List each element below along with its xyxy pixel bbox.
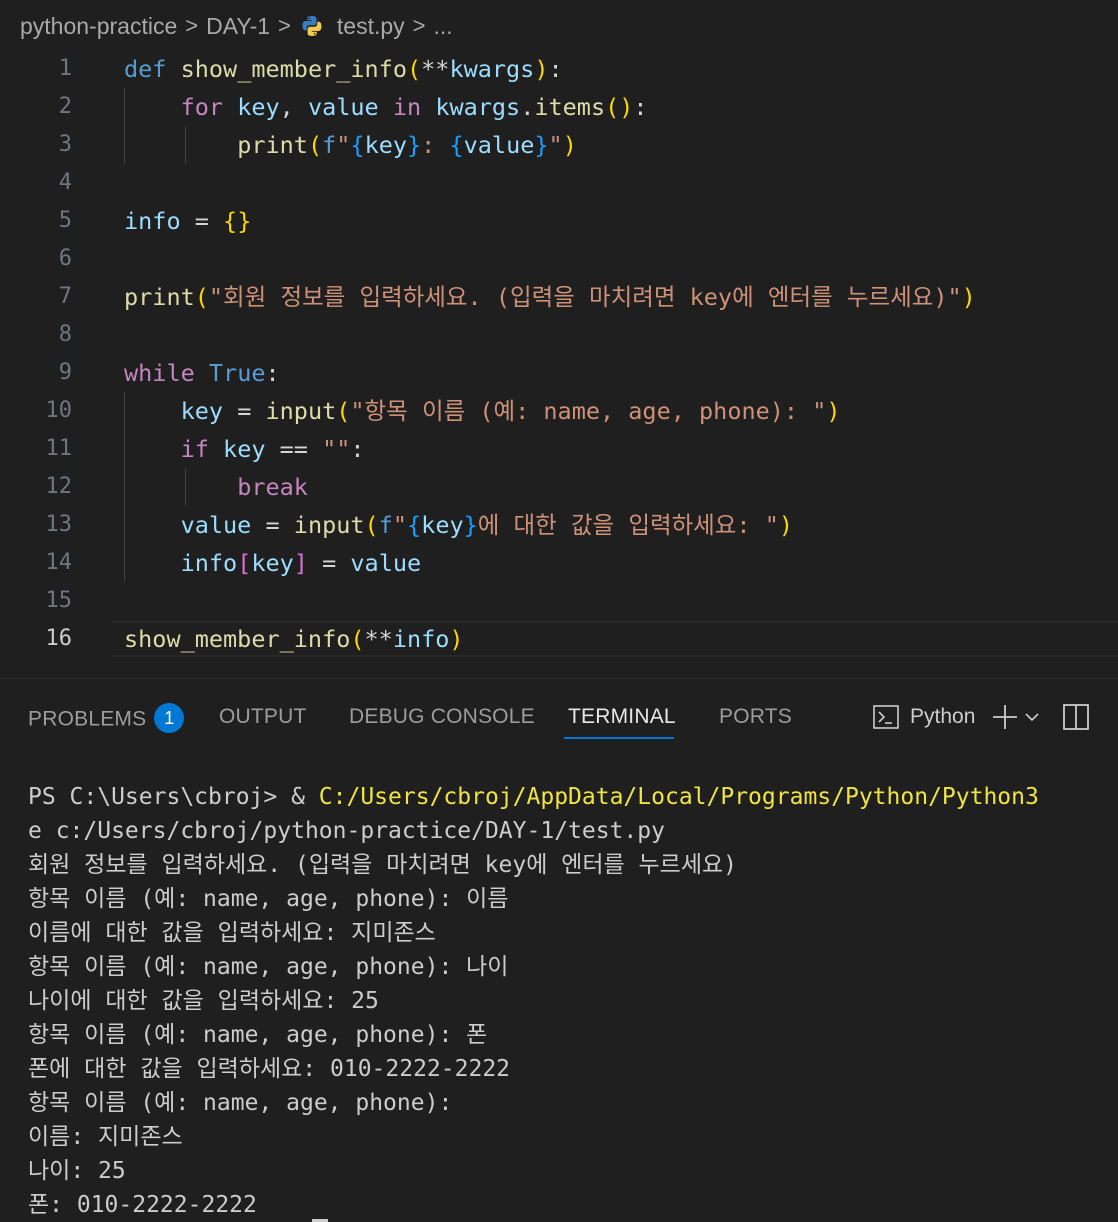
- terminal-icon: [872, 703, 900, 731]
- breadcrumb-item-file[interactable]: test.py: [337, 13, 405, 40]
- tab-problems[interactable]: PROBLEMS 1: [28, 703, 185, 735]
- code-text: print(f"{key}: {value}"): [237, 131, 577, 159]
- terminal-line: 나이에 대한 값을 입력하세요: 25: [28, 988, 379, 1014]
- line-number: 9: [58, 360, 72, 385]
- active-tab-indicator: [564, 737, 674, 739]
- code-text: show_member_info(**info): [124, 625, 464, 653]
- code-text: def show_member_info(**kwargs):: [124, 55, 563, 83]
- code-line: 6: [0, 240, 1118, 278]
- terminal-output[interactable]: PS C:\Users\cbroj> & C:/Users/cbroj/AppD…: [0, 780, 1118, 1222]
- code-line: 2 for key, value in kwargs.items():: [0, 88, 1118, 126]
- terminal-line: 항목 이름 (예: name, age, phone):: [28, 1090, 453, 1116]
- terminal-line: 항목 이름 (예: name, age, phone): 폰: [28, 1022, 488, 1048]
- line-number: 3: [58, 132, 72, 157]
- line-number: 14: [45, 550, 73, 575]
- line-number: 4: [58, 170, 72, 195]
- terminal-line: 이름: 지미존스: [28, 1124, 183, 1150]
- code-text: value = input(f"{key}에 대한 값을 입력하세요: "): [180, 511, 794, 539]
- code-line: 15: [0, 582, 1118, 620]
- tab-debug-console[interactable]: DEBUG CONSOLE: [349, 705, 535, 729]
- terminal-line: 이름에 대한 값을 입력하세요: 지미존스: [28, 920, 436, 946]
- code-text: info = {}: [124, 207, 252, 235]
- terminal-line: 나이: 25: [28, 1158, 126, 1184]
- line-number: 6: [58, 246, 72, 271]
- split-terminal-icon[interactable]: [1061, 702, 1091, 732]
- code-line: 3 print(f"{key}: {value}"): [0, 126, 1118, 164]
- code-line: 4: [0, 164, 1118, 202]
- line-number: 8: [58, 322, 72, 347]
- terminal-line: PS C:\Users\cbroj> & C:/Users/cbroj/AppD…: [28, 784, 1039, 810]
- panel-tabs: PROBLEMS 1 OUTPUT DEBUG CONSOLE TERMINAL …: [0, 679, 1118, 749]
- line-number: 7: [58, 284, 72, 309]
- line-number: 1: [58, 56, 72, 81]
- terminal-line: 폰에 대한 값을 입력하세요: 010-2222-2222: [28, 1056, 511, 1082]
- code-text: info[key] = value: [180, 549, 422, 577]
- plus-icon[interactable]: [991, 703, 1019, 731]
- code-line: 7 print("회원 정보를 입력하세요. (입력을 마치려면 key에 엔터…: [0, 278, 1118, 316]
- code-text: while True:: [124, 359, 280, 387]
- code-line: 14 info[key] = value: [0, 544, 1118, 582]
- code-line-active: 16 show_member_info(**info): [0, 620, 1118, 658]
- code-line: 5 info = {}: [0, 202, 1118, 240]
- terminal-line: 폰: 010-2222-2222: [28, 1192, 257, 1218]
- code-text: break: [237, 473, 308, 501]
- terminal-line: 항목 이름 (예: name, age, phone): 나이: [28, 954, 509, 980]
- code-text: key = input("항목 이름 (예: name, age, phone)…: [180, 397, 841, 425]
- tab-terminal[interactable]: TERMINAL: [568, 705, 676, 729]
- line-number: 10: [45, 398, 73, 423]
- line-number: 11: [45, 436, 73, 461]
- code-line: 11 if key == "":: [0, 430, 1118, 468]
- code-text: if key == "":: [180, 435, 365, 463]
- breadcrumb-item-symbol[interactable]: ...: [434, 13, 453, 40]
- code-line: 9 while True:: [0, 354, 1118, 392]
- code-text: for key, value in kwargs.items():: [180, 93, 648, 121]
- terminal-profile-label[interactable]: Python: [910, 705, 975, 729]
- line-number: 15: [45, 588, 73, 613]
- tab-output[interactable]: OUTPUT: [219, 705, 307, 729]
- line-number: 5: [58, 208, 72, 233]
- line-number-active: 16: [45, 626, 73, 651]
- problems-count-badge: 1: [154, 703, 185, 733]
- code-text: print("회원 정보를 입력하세요. (입력을 마치려면 key에 엔터를 …: [124, 283, 976, 311]
- code-line: 1 def show_member_info(**kwargs):: [0, 50, 1118, 88]
- breadcrumb-separator: >: [185, 13, 199, 38]
- terminal-line: 항목 이름 (예: name, age, phone): 이름: [28, 886, 509, 912]
- terminal-line: e c:/Users/cbroj/python-practice/DAY-1/t…: [28, 818, 665, 844]
- code-line: 12 break: [0, 468, 1118, 506]
- code-line: 8: [0, 316, 1118, 354]
- breadcrumb-separator: >: [278, 13, 291, 38]
- line-number: 2: [58, 94, 72, 119]
- breadcrumb: python-practice > DAY-1 > test.py > ...: [0, 0, 1118, 52]
- code-line: 10 key = input("항목 이름 (예: name, age, pho…: [0, 392, 1118, 430]
- python-file-icon: [301, 15, 323, 37]
- terminal-controls: Python: [872, 699, 1091, 735]
- code-editor[interactable]: 1 def show_member_info(**kwargs): 2 for …: [0, 50, 1118, 676]
- line-number: 13: [45, 512, 73, 537]
- code-line: 13 value = input(f"{key}에 대한 값을 입력하세요: "…: [0, 506, 1118, 544]
- terminal-line: 회원 정보를 입력하세요. (입력을 마치려면 key에 엔터를 누르세요): [28, 852, 738, 878]
- breadcrumb-item-folder[interactable]: python-practice: [20, 13, 177, 40]
- line-number: 12: [45, 474, 73, 499]
- tab-ports[interactable]: PORTS: [719, 705, 792, 729]
- chevron-down-icon[interactable]: [1023, 708, 1041, 726]
- breadcrumb-separator: >: [412, 13, 426, 38]
- breadcrumb-item-subfolder[interactable]: DAY-1: [206, 13, 270, 40]
